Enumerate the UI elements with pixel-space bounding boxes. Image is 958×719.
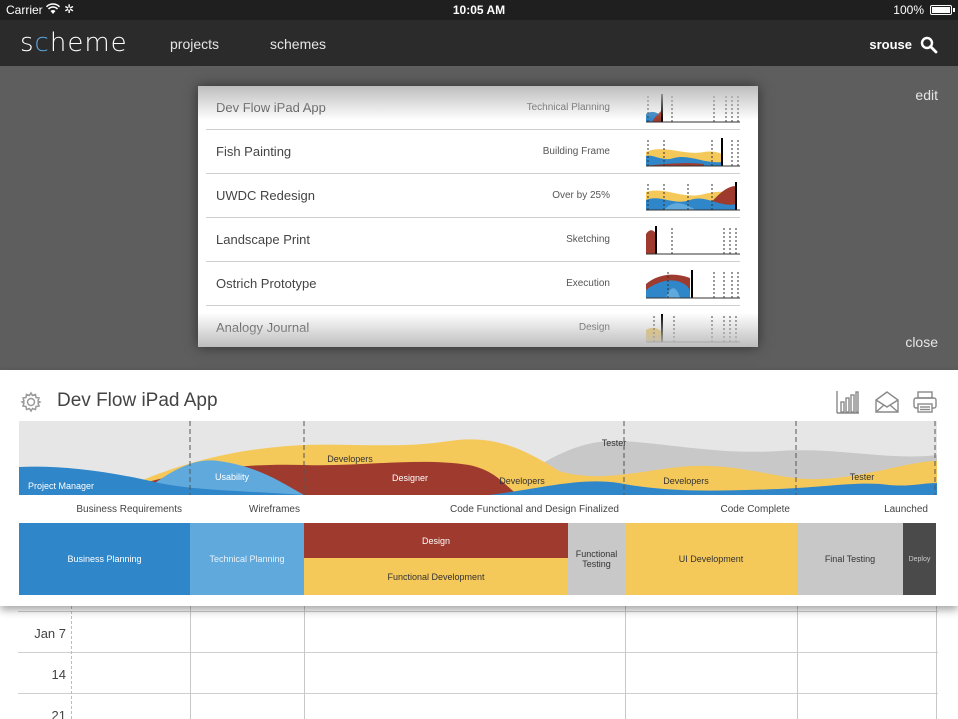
project-row-analogy-journal[interactable]: Analogy Journal Design — [206, 306, 740, 347]
project-name: Ostrich Prototype — [216, 276, 317, 291]
calendar-row: Jan 7 — [18, 611, 938, 652]
project-name: Landscape Print — [216, 232, 310, 247]
calendar-row: 14 — [18, 652, 938, 693]
project-row-ostrich-prototype[interactable]: Ostrich Prototype Execution — [206, 262, 740, 306]
search-icon[interactable] — [920, 36, 938, 54]
milestone-label: Code Complete — [720, 504, 790, 515]
flow-label: Project Manager — [28, 481, 95, 491]
project-status: Technical Planning — [526, 102, 610, 113]
battery-icon — [930, 5, 952, 15]
project-name: Analogy Journal — [216, 320, 310, 335]
nav-schemes[interactable]: schemes — [270, 36, 326, 52]
detail-title: Dev Flow iPad App — [57, 390, 218, 411]
battery-tip — [953, 8, 955, 12]
project-sparkline — [646, 226, 740, 255]
app-logo[interactable]: scheme — [20, 28, 128, 58]
calendar-date: 21 — [51, 708, 66, 719]
flow-label: Designer — [391, 473, 429, 483]
project-list: Dev Flow iPad App Technical Planning Fis… — [198, 86, 758, 347]
phase-design[interactable]: Design — [304, 523, 568, 558]
status-bar: Carrier ✲ 10:05 AM 100% — [0, 0, 958, 20]
project-sparkline — [646, 182, 740, 211]
phase-deploy[interactable]: Deploy — [903, 523, 936, 595]
flow-label: Developers — [499, 476, 545, 486]
projects-overlay: edit close Dev Flow iPad App Technical P… — [0, 66, 958, 370]
project-status: Design — [578, 322, 610, 333]
flow-label: Tester — [601, 438, 627, 448]
phase-business-planning[interactable]: Business Planning — [19, 523, 190, 595]
milestone-label: Code Functional and Design Finalized — [450, 504, 619, 515]
project-sparkline — [646, 270, 740, 299]
edit-button[interactable]: edit — [915, 87, 938, 103]
calendar-row: 21 — [18, 693, 938, 719]
phase-ui-development[interactable]: UI Development — [625, 523, 797, 595]
project-row-uwdc-redesign[interactable]: UWDC Redesign Over by 25% — [206, 174, 740, 218]
resource-flow-chart — [19, 421, 937, 495]
calendar-divider — [304, 606, 305, 719]
milestone-label: Wireframes — [248, 504, 300, 515]
user-name[interactable]: srouse — [869, 37, 912, 52]
close-button[interactable]: close — [905, 334, 938, 350]
gear-icon[interactable] — [20, 391, 42, 413]
calendar-divider — [797, 606, 798, 719]
project-status: Execution — [566, 278, 610, 289]
phase-final-testing[interactable]: Final Testing — [797, 523, 903, 595]
flow-label: Tester — [849, 472, 875, 482]
milestone-label: Launched — [884, 504, 928, 515]
calendar-divider — [625, 606, 626, 719]
project-sparkline — [646, 94, 740, 123]
phase-technical-planning[interactable]: Technical Planning — [190, 523, 304, 595]
calendar-divider — [71, 606, 72, 719]
project-name: Dev Flow iPad App — [216, 100, 326, 115]
nav-projects[interactable]: projects — [170, 36, 219, 52]
project-status: Over by 25% — [552, 190, 610, 201]
project-status: Sketching — [566, 234, 610, 245]
project-status: Building Frame — [542, 146, 610, 157]
mail-icon[interactable] — [875, 390, 899, 414]
project-sparkline — [646, 138, 740, 167]
calendar-divider — [190, 606, 191, 719]
calendar-date: 14 — [51, 667, 66, 682]
project-row-fish-painting[interactable]: Fish Painting Building Frame — [206, 130, 740, 174]
project-row-landscape-print[interactable]: Landscape Print Sketching — [206, 218, 740, 262]
project-name: Fish Painting — [216, 144, 292, 159]
milestone-label: Business Requirements — [76, 504, 182, 515]
print-icon[interactable] — [913, 390, 937, 414]
top-nav: scheme projects schemes srouse — [0, 20, 958, 66]
project-name: UWDC Redesign — [216, 188, 315, 203]
project-detail: Dev Flow iPad App Project Manager Usabil… — [0, 370, 958, 606]
phase-functional-testing[interactable]: Functional Testing — [568, 523, 625, 595]
flow-label: Developers — [327, 454, 373, 464]
calendar-date: Jan 7 — [34, 626, 66, 641]
project-row-dev-flow[interactable]: Dev Flow iPad App Technical Planning — [206, 86, 740, 130]
project-sparkline — [646, 314, 740, 343]
status-time: 10:05 AM — [452, 3, 506, 17]
calendar: Jan 7 14 21 — [0, 606, 958, 719]
chart-icon[interactable] — [836, 390, 860, 414]
flow-label: Usability — [214, 472, 249, 482]
flow-label: Developers — [663, 476, 709, 486]
phase-functional-development[interactable]: Functional Development — [304, 558, 568, 595]
calendar-divider — [936, 606, 937, 719]
battery-percent: 100% — [893, 3, 924, 17]
